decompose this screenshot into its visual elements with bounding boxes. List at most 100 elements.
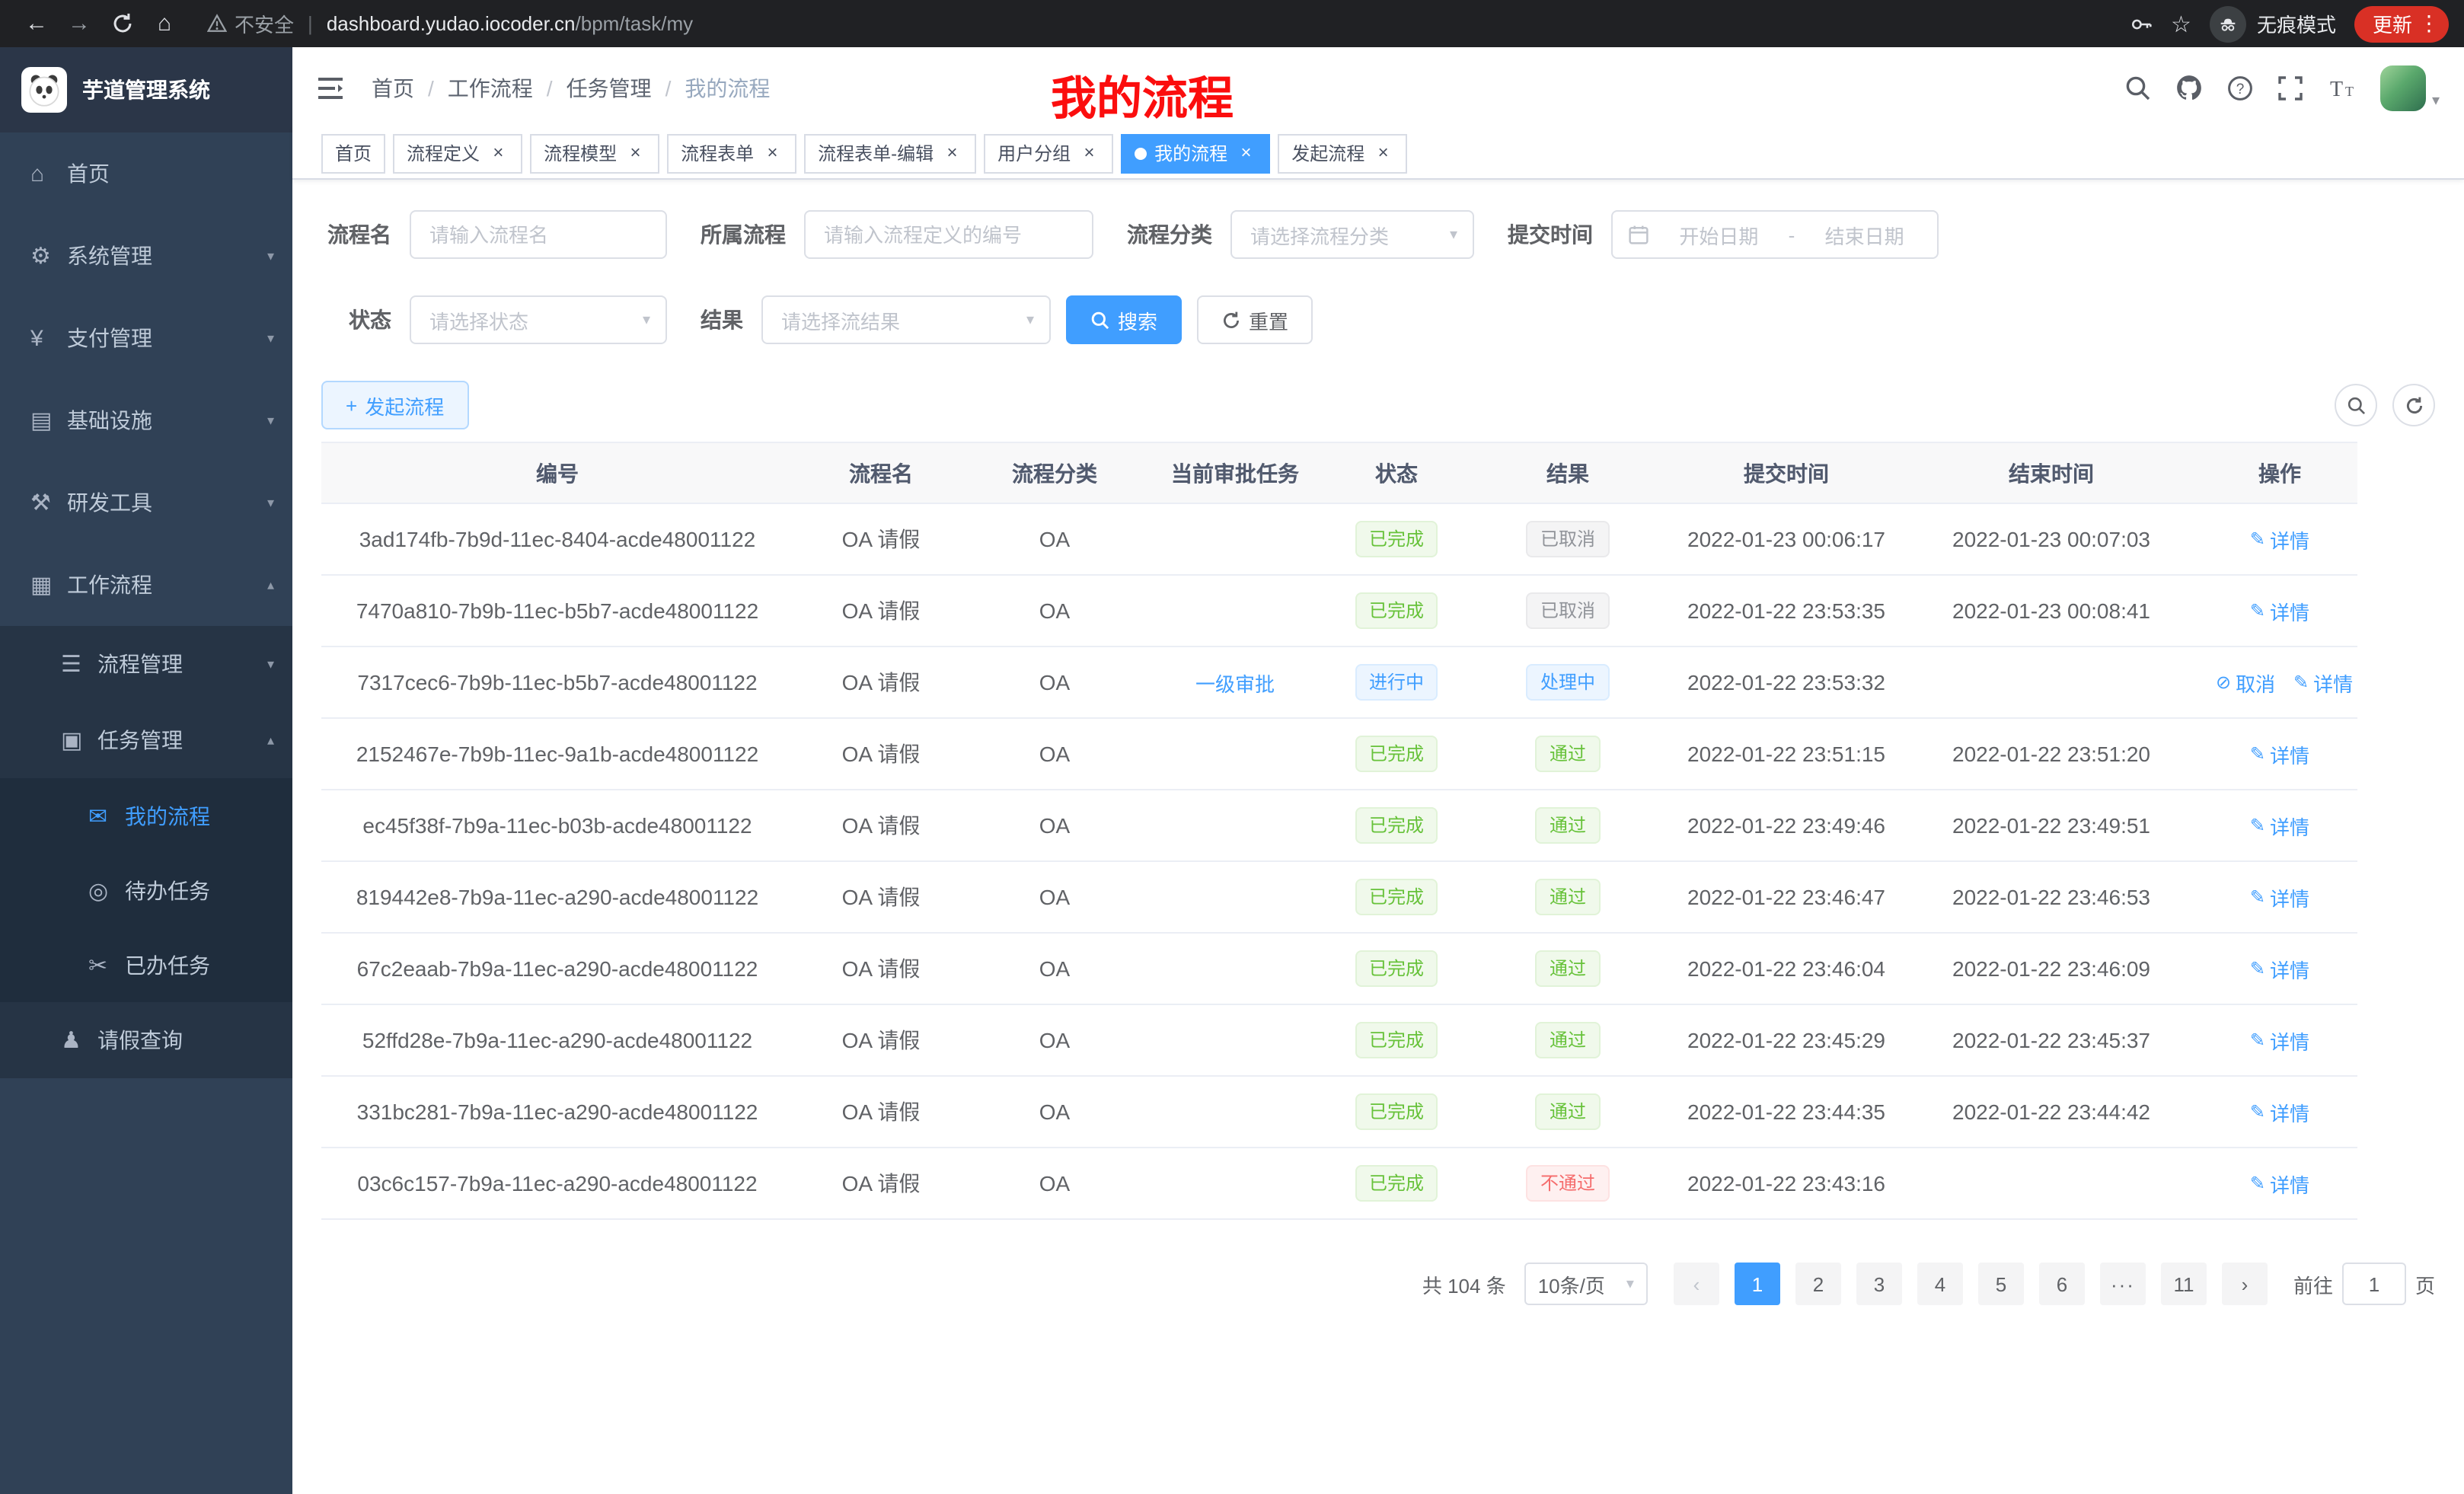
cell-submit-time: 2022-01-22 23:46:04 bbox=[1672, 933, 1901, 1004]
sidebar-item-infrastructure[interactable]: ▤ 基础设施 ▾ bbox=[0, 379, 292, 461]
hamburger-icon[interactable] bbox=[317, 75, 344, 100]
current-task-link[interactable]: 一级审批 bbox=[1195, 672, 1275, 695]
tab-process-form[interactable]: 流程表单 × bbox=[667, 133, 796, 173]
app-logo bbox=[21, 67, 67, 113]
tab-user-group[interactable]: 用户分组 × bbox=[984, 133, 1113, 173]
detail-link[interactable]: ✎详情 bbox=[2250, 954, 2309, 983]
process-def-input[interactable] bbox=[804, 210, 1093, 259]
refresh-table-button[interactable] bbox=[2392, 384, 2435, 426]
toggle-search-button[interactable] bbox=[2335, 384, 2377, 426]
start-date-placeholder[interactable]: 开始日期 bbox=[1661, 220, 1776, 249]
address-bar[interactable]: 不安全 | dashboard.yudao.iocoder.cn/bpm/tas… bbox=[207, 9, 2128, 38]
detail-link[interactable]: ✎详情 bbox=[2293, 668, 2353, 697]
sidebar-item-task-management[interactable]: ▣ 任务管理 ▴ bbox=[0, 702, 292, 778]
status-select[interactable]: 请选择状态 ▾ bbox=[410, 295, 667, 344]
cell-category: OA bbox=[969, 718, 1141, 790]
breadcrumb-item[interactable]: 任务管理 bbox=[567, 72, 652, 103]
status-badge: 进行中 bbox=[1355, 664, 1438, 701]
submit-time-range-picker[interactable]: 开始日期 - 结束日期 bbox=[1611, 210, 1939, 259]
column-header: 提交时间 bbox=[1672, 442, 1901, 503]
process-name-input[interactable] bbox=[410, 210, 667, 259]
page-1[interactable]: 1 bbox=[1735, 1263, 1780, 1305]
sidebar-item-payment[interactable]: ¥ 支付管理 ▾ bbox=[0, 297, 292, 379]
page-3[interactable]: 3 bbox=[1856, 1263, 1902, 1305]
end-date-placeholder[interactable]: 结束日期 bbox=[1807, 220, 1922, 249]
cell-end-time: 2022-01-22 23:49:51 bbox=[1901, 790, 2202, 861]
table-row: 7470a810-7b9b-11ec-b5b7-acde48001122 OA … bbox=[321, 575, 2357, 646]
table-row: 331bc281-7b9a-11ec-a290-acde48001122 OA … bbox=[321, 1076, 2357, 1148]
result-select[interactable]: 请选择流结果 ▾ bbox=[761, 295, 1051, 344]
font-size-icon[interactable]: TT bbox=[2327, 75, 2357, 100]
browser-update-button[interactable]: 更新 ⋮ bbox=[2354, 5, 2449, 42]
tab-process-definition[interactable]: 流程定义 × bbox=[393, 133, 522, 173]
sidebar-item-todo-tasks[interactable]: ◎ 待办任务 bbox=[0, 853, 292, 927]
detail-link[interactable]: ✎详情 bbox=[2250, 739, 2309, 768]
tab-start-process[interactable]: 发起流程 × bbox=[1278, 133, 1407, 173]
sidebar-item-leave-query[interactable]: ♟ 请假查询 bbox=[0, 1002, 292, 1078]
column-header: 结束时间 bbox=[1901, 442, 2202, 503]
pages-more[interactable]: ··· bbox=[2100, 1263, 2146, 1305]
tab-my-process[interactable]: 我的流程 × bbox=[1121, 133, 1270, 173]
sidebar-item-my-process[interactable]: ✉ 我的流程 bbox=[0, 778, 292, 853]
tab-process-model[interactable]: 流程模型 × bbox=[530, 133, 659, 173]
page-2[interactable]: 2 bbox=[1795, 1263, 1841, 1305]
github-icon[interactable] bbox=[2175, 73, 2204, 102]
not-secure-warning[interactable]: 不安全 bbox=[207, 9, 294, 38]
sidebar-item-done-tasks[interactable]: ✂ 已办任务 bbox=[0, 927, 292, 1002]
page-11[interactable]: 11 bbox=[2161, 1263, 2207, 1305]
page-4[interactable]: 4 bbox=[1917, 1263, 1963, 1305]
sidebar-item-system[interactable]: ⚙ 系统管理 ▾ bbox=[0, 215, 292, 297]
tab-process-form-edit[interactable]: 流程表单-编辑 × bbox=[804, 133, 976, 173]
incognito-indicator: 无痕模式 bbox=[2210, 5, 2336, 42]
tab-home[interactable]: 首页 × bbox=[321, 133, 385, 173]
browser-menu-kebab-icon[interactable]: ⋮ bbox=[2418, 11, 2440, 37]
reset-button[interactable]: 重置 bbox=[1197, 295, 1313, 344]
detail-link[interactable]: ✎详情 bbox=[2250, 596, 2309, 625]
detail-link[interactable]: ✎详情 bbox=[2250, 525, 2309, 554]
close-icon[interactable]: × bbox=[1078, 142, 1100, 164]
page-6[interactable]: 6 bbox=[2039, 1263, 2085, 1305]
goto-page-input[interactable] bbox=[2342, 1263, 2406, 1305]
close-icon[interactable]: × bbox=[941, 142, 962, 164]
page-5[interactable]: 5 bbox=[1978, 1263, 2024, 1305]
browser-home-icon[interactable]: ⌂ bbox=[143, 5, 186, 42]
password-key-icon[interactable] bbox=[2128, 11, 2153, 36]
browser-back-icon[interactable]: ← bbox=[15, 5, 58, 42]
help-icon[interactable]: ? bbox=[2226, 74, 2254, 101]
breadcrumb-item[interactable]: 工作流程 bbox=[448, 72, 533, 103]
detail-link[interactable]: ✎详情 bbox=[2250, 1169, 2309, 1198]
next-page-button[interactable]: › bbox=[2222, 1263, 2268, 1305]
browser-reload-icon[interactable] bbox=[101, 5, 143, 42]
browser-forward-icon[interactable]: → bbox=[58, 5, 101, 42]
category-select[interactable]: 请选择流程分类 ▾ bbox=[1230, 210, 1474, 259]
search-button[interactable]: 搜索 bbox=[1066, 295, 1182, 344]
avatar[interactable] bbox=[2380, 65, 2426, 110]
fullscreen-icon[interactable] bbox=[2277, 74, 2304, 101]
prev-page-button[interactable]: ‹ bbox=[1674, 1263, 1719, 1305]
cell-submit-time: 2022-01-23 00:06:17 bbox=[1672, 503, 1901, 575]
close-icon[interactable]: × bbox=[624, 142, 646, 164]
app-logo-row[interactable]: 芋道管理系统 bbox=[0, 47, 292, 132]
sidebar-item-workflow[interactable]: ▦ 工作流程 ▴ bbox=[0, 544, 292, 626]
sidebar-item-home[interactable]: ⌂ 首页 bbox=[0, 132, 292, 215]
detail-link[interactable]: ✎详情 bbox=[2250, 883, 2309, 911]
sidebar-item-devtools[interactable]: ⚒ 研发工具 ▾ bbox=[0, 461, 292, 544]
close-icon[interactable]: × bbox=[761, 142, 783, 164]
start-process-button[interactable]: + 发起流程 bbox=[321, 381, 468, 429]
detail-link[interactable]: ✎详情 bbox=[2250, 1026, 2309, 1055]
bookmark-star-icon[interactable]: ☆ bbox=[2171, 10, 2191, 37]
close-icon[interactable]: × bbox=[1235, 142, 1256, 164]
user-menu[interactable]: ▾ bbox=[2380, 65, 2440, 110]
sidebar-item-process-management[interactable]: ☰ 流程管理 ▾ bbox=[0, 626, 292, 702]
breadcrumb-item[interactable]: 首页 bbox=[372, 72, 414, 103]
cancel-link[interactable]: ⊘取消 bbox=[2216, 668, 2275, 697]
active-dot-icon bbox=[1135, 147, 1147, 159]
detail-link[interactable]: ✎详情 bbox=[2250, 811, 2309, 840]
close-icon[interactable]: × bbox=[487, 142, 509, 164]
header-search-icon[interactable] bbox=[2124, 74, 2152, 101]
close-icon[interactable]: × bbox=[1372, 142, 1393, 164]
page-size-select[interactable]: 10条/页 ▾ bbox=[1524, 1263, 1648, 1305]
page-url[interactable]: dashboard.yudao.iocoder.cn/bpm/task/my bbox=[327, 12, 693, 35]
detail-label: 详情 bbox=[2270, 1097, 2309, 1126]
detail-link[interactable]: ✎详情 bbox=[2250, 1097, 2309, 1126]
